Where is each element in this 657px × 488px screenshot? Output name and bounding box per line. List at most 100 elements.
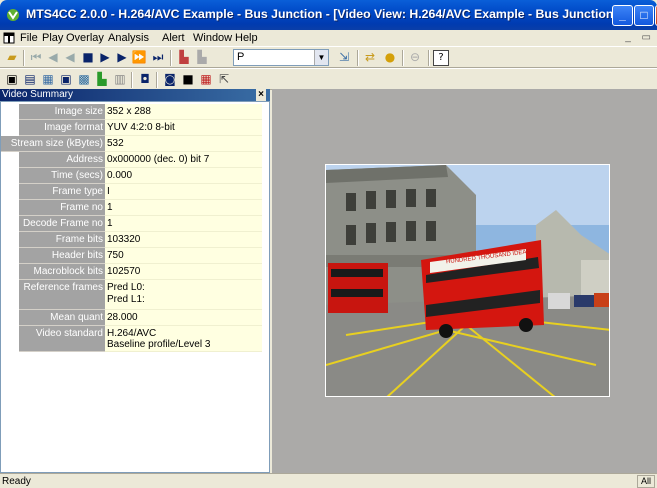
row-key: Image format	[19, 120, 105, 136]
maximize-button[interactable]: □	[634, 5, 654, 26]
summary-view-icon[interactable]: ▣	[4, 72, 20, 88]
toolbar-separator	[131, 72, 133, 88]
table-row: Image format YUV 4:2:0 8-bit	[19, 120, 262, 136]
table-row: Reference frames Pred L0: Pred L1:	[19, 280, 262, 310]
toolbar-separator	[23, 50, 25, 66]
hex-view-icon[interactable]: ▣	[58, 72, 74, 88]
compare-view-icon[interactable]: ▥	[112, 72, 128, 88]
panel-title: Video Summary	[2, 89, 73, 100]
row-key: Reference frames	[19, 280, 105, 310]
title-bar[interactable]: MTS4CC 2.0.0 - H.264/AVC Example - Bus J…	[0, 0, 657, 30]
table-row: Macroblock bits 102570	[19, 264, 262, 280]
row-key: Mean quant	[19, 310, 105, 326]
row-value-line: H.264/AVC	[107, 328, 157, 339]
help-icon[interactable]: ?	[433, 50, 449, 66]
row-value: H.264/AVC Baseline profile/Level 3	[105, 326, 262, 352]
swap-icon[interactable]: ⇄	[362, 50, 378, 66]
document-icon[interactable]	[3, 32, 15, 44]
status-text: Ready	[2, 476, 31, 487]
menu-window[interactable]: Window	[193, 32, 232, 44]
row-value: I	[105, 184, 262, 200]
menu-file[interactable]: File	[20, 32, 38, 44]
playback-toolbar: ▰ ⏮ ◀ ◀ ■ ▶ ▶ ⏩ ⏭ ▙ ▙ P ▼ ⇲ ⇄ ● ⊖ ?	[0, 46, 657, 68]
stop-icon[interactable]: ■	[80, 50, 96, 66]
macroblock-view-icon[interactable]: ▩	[76, 72, 92, 88]
table-row: Image size 352 x 288	[19, 104, 262, 120]
popout-icon[interactable]: ⇱	[216, 72, 232, 88]
menu-analysis[interactable]: Analysis	[108, 32, 149, 44]
window-title: MTS4CC 2.0.0 - H.264/AVC Example - Bus J…	[26, 7, 618, 21]
toolbar-separator	[156, 72, 158, 88]
toolbar-separator	[170, 50, 172, 66]
graph-view-icon[interactable]: ▙	[94, 72, 110, 88]
row-value-line: Pred L1:	[107, 294, 145, 305]
row-key: Image size	[19, 104, 105, 120]
chart-disabled-icon: ▙	[197, 50, 207, 64]
row-value: 532	[105, 136, 262, 152]
row-key: Address	[19, 152, 105, 168]
alert-bulb-icon[interactable]: ●	[382, 50, 398, 66]
first-frame-icon[interactable]: ⏮	[28, 50, 44, 66]
table-row: Frame type I	[19, 184, 262, 200]
table-row: Frame no 1	[19, 200, 262, 216]
step-back-icon[interactable]: ◀	[62, 50, 78, 66]
menu-alert[interactable]: Alert	[162, 32, 185, 44]
table-row: Address 0x000000 (dec. 0) bit 7	[19, 152, 262, 168]
menu-overlay[interactable]: Overlay	[66, 32, 104, 44]
video-view-icon[interactable]: ◘	[137, 72, 153, 88]
panel-header[interactable]: Video Summary ×	[0, 89, 270, 101]
video-frame[interactable]: HUNDRED THOUSAND IDEAS	[325, 164, 610, 397]
row-value: 0.000	[105, 168, 262, 184]
bitrate-chart-icon[interactable]: ▙	[176, 50, 192, 66]
menu-play[interactable]: Play	[42, 32, 63, 44]
row-value: 103320	[105, 232, 262, 248]
frame-type-select[interactable]: P ▼	[233, 49, 329, 66]
minimize-button[interactable]: _	[612, 5, 633, 26]
frame-view-icon[interactable]: ◙	[162, 72, 178, 88]
video-frame-image: HUNDRED THOUSAND IDEAS	[326, 165, 609, 396]
row-value-line: Pred L0:	[107, 282, 145, 293]
block-view-icon[interactable]: ■	[180, 72, 196, 88]
row-key: Stream size (kBytes)	[1, 136, 105, 152]
play-icon[interactable]: ▶	[114, 50, 130, 66]
step-forward-icon[interactable]: ▶	[97, 50, 113, 66]
table-row: Frame bits 103320	[19, 232, 262, 248]
panel-close-button[interactable]: ×	[256, 89, 266, 101]
row-value: YUV 4:2:0 8-bit	[105, 120, 262, 136]
mdi-window-controls[interactable]: _ ▭	[625, 32, 655, 43]
view-toolbar: ▣ ▤ ▦ ▣ ▩ ▙ ▥ ◘ ◙ ■ ▦ ⇱	[0, 68, 657, 90]
fast-forward-icon[interactable]: ⏩	[131, 50, 147, 66]
rewind-icon[interactable]: ◀	[45, 50, 61, 66]
row-value-line: Baseline profile/Level 3	[107, 339, 211, 350]
table-row: Stream size (kBytes) 532	[1, 136, 262, 152]
find-frame-icon[interactable]: ⇲	[336, 50, 352, 66]
chevron-down-icon[interactable]: ▼	[314, 50, 328, 65]
heatmap-view-icon[interactable]: ▦	[198, 72, 214, 88]
row-value: 750	[105, 248, 262, 264]
last-frame-icon[interactable]: ⏭	[150, 50, 166, 66]
frame-type-value: P	[237, 51, 245, 63]
menu-help[interactable]: Help	[235, 32, 258, 44]
row-key: Video standard	[19, 326, 105, 352]
row-key: Time (secs)	[19, 168, 105, 184]
row-value: 102570	[105, 264, 262, 280]
row-value: 0x000000 (dec. 0) bit 7	[105, 152, 262, 168]
link-icon: ⊖	[409, 50, 421, 64]
open-folder-icon[interactable]: ▰	[4, 50, 20, 66]
toolbar-separator	[357, 50, 359, 66]
grid-view-icon[interactable]: ▦	[40, 72, 56, 88]
table-row: Header bits 750	[19, 248, 262, 264]
row-value: Pred L0: Pred L1:	[105, 280, 262, 310]
summary-table: Image size 352 x 288 Image format YUV 4:2:…	[0, 101, 270, 473]
row-key: Macroblock bits	[19, 264, 105, 280]
row-value: 352 x 288	[105, 104, 262, 120]
row-value: 1	[105, 200, 262, 216]
status-bar: Ready All	[0, 473, 657, 488]
app-window: MTS4CC 2.0.0 - H.264/AVC Example - Bus J…	[0, 0, 657, 488]
toolbar-separator	[402, 50, 404, 66]
list-view-icon[interactable]: ▤	[22, 72, 38, 88]
row-key: Frame type	[19, 184, 105, 200]
row-value: 28.000	[105, 310, 262, 326]
status-indicator: All	[637, 475, 655, 488]
menu-bar: File Play Overlay Analysis Alert Window …	[0, 30, 657, 46]
